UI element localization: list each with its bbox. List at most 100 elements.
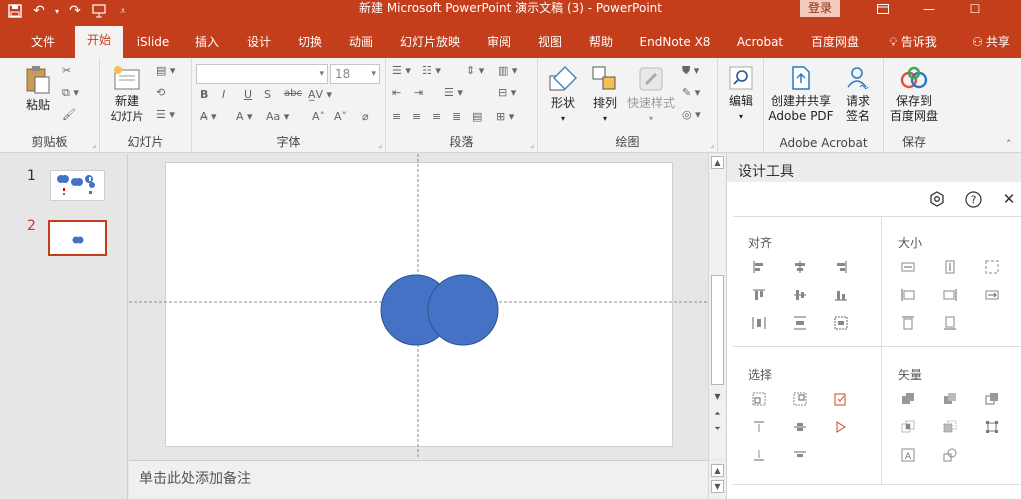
undo-icon[interactable]: ↶ — [28, 1, 50, 21]
scroll-down-icon[interactable]: ▼ — [711, 390, 724, 403]
vector-intersect-icon[interactable] — [899, 418, 917, 436]
font-launcher-icon[interactable]: ⌟ — [378, 140, 382, 149]
share-button[interactable]: ⚇ 共享 — [962, 31, 1020, 53]
tab-file[interactable]: 文件 — [18, 31, 68, 58]
stretch-width-icon[interactable] — [983, 286, 1001, 304]
section-icon[interactable]: ☰ ▾ — [156, 108, 175, 121]
tab-design[interactable]: 设计 — [238, 31, 280, 58]
copy-icon[interactable]: ⧉ ▾ — [62, 86, 79, 100]
font-color-icon[interactable]: A ▾ — [236, 110, 253, 123]
paste-button[interactable]: 粘贴 — [20, 64, 56, 113]
font-size-combo[interactable]: 18 ▾ — [330, 64, 380, 84]
slide-thumbnail-1[interactable] — [50, 170, 105, 201]
stretch-bottom-icon[interactable] — [941, 314, 959, 332]
tab-insert[interactable]: 插入 — [186, 31, 228, 58]
select-rows-icon[interactable] — [791, 446, 809, 464]
char-spacing-icon[interactable]: A̲V ▾ — [308, 88, 332, 101]
slide-vertical-scrollbar[interactable]: ▲ ▼ ⏶ ⏷ — [708, 154, 726, 459]
tab-view[interactable]: 视图 — [529, 31, 571, 58]
clear-format-icon[interactable]: A̶ ▾ — [200, 110, 217, 123]
settings-icon[interactable] — [927, 189, 947, 209]
same-size-icon[interactable] — [983, 258, 1001, 276]
vector-edit-points-icon[interactable] — [983, 418, 1001, 436]
increase-indent-icon[interactable]: ⇥ — [414, 86, 423, 99]
justify-icon[interactable]: ≣ — [452, 110, 461, 123]
reset-icon[interactable]: ⟲ — [156, 86, 165, 99]
notes-scroll-down-icon[interactable]: ▼ — [711, 480, 724, 493]
shrink-font-icon[interactable]: A˅ — [334, 110, 347, 123]
previous-slide-icon[interactable]: ⏶ — [711, 407, 724, 420]
shadow-icon[interactable]: S — [264, 88, 271, 101]
align-right-edges-icon[interactable] — [832, 258, 850, 276]
notes-scroll-up-icon[interactable]: ▲ — [711, 464, 724, 477]
align-top-edges-icon[interactable] — [750, 286, 768, 304]
decrease-indent-icon[interactable]: ⇤ — [392, 86, 401, 99]
scrollbar-thumb[interactable] — [711, 275, 724, 385]
next-slide-icon[interactable]: ⏷ — [711, 422, 724, 435]
request-signature-button[interactable]: 请求 签名 — [840, 64, 876, 124]
create-share-pdf-button[interactable]: 创建并共享 Adobe PDF — [766, 64, 836, 124]
tab-slideshow[interactable]: 幻灯片放映 — [392, 31, 468, 58]
align-middles-icon[interactable] — [791, 286, 809, 304]
present-from-start-icon[interactable] — [88, 1, 110, 21]
align-left-icon[interactable]: ≡ — [392, 110, 401, 123]
vector-union-icon[interactable] — [899, 390, 917, 408]
select-arrow-icon[interactable] — [832, 418, 850, 436]
shape-effects-icon[interactable]: ◎ ▾ — [682, 108, 701, 121]
same-width-icon[interactable] — [899, 258, 917, 276]
select-down-icon[interactable] — [750, 446, 768, 464]
text-direction-icon[interactable]: ☰ ▾ — [444, 86, 463, 99]
shape-outline-icon[interactable]: ✎ ▾ — [682, 86, 700, 99]
collapse-ribbon-icon[interactable]: ˄ — [1006, 138, 1012, 151]
line-spacing-icon[interactable]: ⇕ ▾ — [466, 64, 484, 77]
columns-icon[interactable]: ▥ ▾ — [498, 64, 517, 77]
undo-dropdown-icon[interactable]: ▾ — [52, 1, 62, 21]
tab-islide[interactable]: iSlide — [130, 31, 176, 58]
distribute-icon[interactable]: ▤ — [472, 110, 482, 123]
stretch-left-icon[interactable] — [899, 286, 917, 304]
vector-fragment-icon[interactable] — [983, 390, 1001, 408]
notes-scrollbar[interactable]: ▲ ▼ — [708, 460, 726, 499]
select-same-type-icon[interactable] — [750, 390, 768, 408]
align-bottom-edges-icon[interactable] — [832, 286, 850, 304]
vector-subtract-icon[interactable] — [941, 418, 959, 436]
tab-help[interactable]: 帮助 — [580, 31, 622, 58]
underline-icon[interactable]: U — [244, 88, 252, 101]
tab-home[interactable]: 开始 — [75, 26, 123, 58]
distribute-vertical-icon[interactable] — [791, 314, 809, 332]
select-middle-icon[interactable] — [791, 418, 809, 436]
slide-thumbnail-2[interactable] — [48, 220, 107, 256]
new-slide-button[interactable]: 新建 幻灯片 — [104, 64, 150, 124]
bold-icon[interactable]: B — [200, 88, 208, 101]
vector-shape-icon[interactable] — [941, 446, 959, 464]
grow-font-icon[interactable]: A˄ — [312, 110, 325, 123]
italic-icon[interactable]: I — [222, 88, 225, 101]
select-same-size-icon[interactable] — [791, 390, 809, 408]
strikethrough-icon[interactable]: abc — [284, 88, 302, 99]
font-name-combo[interactable]: ▾ — [196, 64, 328, 84]
distribute-horizontal-icon[interactable] — [750, 314, 768, 332]
format-painter-icon[interactable]: 🖌︎ — [62, 108, 76, 121]
save-icon[interactable] — [4, 1, 26, 21]
change-case-dropdown-icon[interactable]: Aa ▾ — [266, 110, 289, 123]
tab-baidu[interactable]: 百度网盘 — [802, 31, 868, 58]
ribbon-display-options-icon[interactable] — [860, 0, 906, 18]
quick-styles-button[interactable]: 快速样式 ▾ — [626, 64, 676, 126]
login-button[interactable]: 登录 — [800, 0, 840, 17]
shape-fill-icon[interactable]: ⛊ ▾ — [682, 64, 699, 78]
edit-button[interactable]: 编辑 ▾ — [724, 64, 758, 124]
align-right-icon[interactable]: ≡ — [432, 110, 441, 123]
smartart-icon[interactable]: ⊞ ▾ — [496, 110, 514, 123]
stretch-top-icon[interactable] — [899, 314, 917, 332]
drawing-launcher-icon[interactable]: ⌟ — [710, 140, 714, 149]
shapes-button[interactable]: 形状 ▾ — [544, 64, 582, 126]
select-up-icon[interactable] — [750, 418, 768, 436]
close-icon[interactable]: ✕ — [999, 189, 1019, 209]
clear-formatting-icon[interactable]: ⌀ — [362, 110, 369, 123]
stretch-right-icon[interactable] — [941, 286, 959, 304]
align-centers-icon[interactable] — [791, 258, 809, 276]
tell-me-search[interactable]: 💡︎ 告诉我 — [878, 31, 948, 53]
vector-combine-icon[interactable] — [941, 390, 959, 408]
clipboard-launcher-icon[interactable]: ⌟ — [92, 140, 96, 149]
arrange-button[interactable]: 排列 ▾ — [586, 64, 624, 126]
